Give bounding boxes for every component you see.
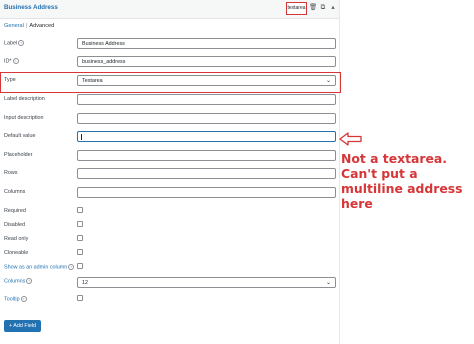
help-icon[interactable]: ? (26, 278, 33, 284)
read-only-label: Read only (4, 236, 29, 242)
field-type-tag: textarea (286, 2, 307, 15)
columns-select-value: 12 (82, 280, 88, 286)
field-title: Business Address (4, 4, 58, 11)
show-admin-column-text: Show as an admin column (4, 264, 68, 271)
input-description-input[interactable] (77, 113, 336, 124)
cloneable-label: Cloneable (4, 250, 29, 256)
duplicate-icon[interactable]: ⧉ (319, 4, 327, 12)
id-label-text: ID* (4, 58, 12, 65)
help-icon[interactable]: ? (12, 58, 19, 64)
show-admin-column-checkbox[interactable] (77, 263, 83, 269)
chevron-up-icon[interactable]: ▴ (329, 4, 337, 12)
add-field-button[interactable]: + Add Field (4, 320, 41, 332)
tab-advanced[interactable]: Advanced (29, 23, 54, 29)
text-caret (81, 134, 82, 140)
input-description-label: Input description (4, 115, 44, 121)
default-value-input[interactable] (77, 131, 336, 142)
id-input[interactable]: business_address (77, 56, 336, 67)
tab-general[interactable]: General (4, 23, 24, 29)
label-label-text: Label (4, 40, 18, 47)
disabled-label: Disabled (4, 222, 25, 228)
disabled-checkbox[interactable] (77, 221, 83, 227)
label-label: Label? (4, 40, 25, 47)
annotation-arrow-icon (339, 132, 362, 146)
columns-select[interactable]: 12 ⌄ (77, 277, 336, 288)
tooltip-label-text: Tooltip (4, 296, 20, 303)
label-description-input[interactable] (77, 94, 336, 105)
required-label: Required (4, 208, 26, 214)
tooltip-checkbox[interactable] (77, 295, 83, 301)
cloneable-checkbox[interactable] (77, 249, 83, 255)
settings-tabs: General | Advanced (4, 23, 54, 29)
placeholder-label: Placeholder (4, 152, 33, 158)
columns-input[interactable] (77, 187, 336, 198)
default-value-label: Default value (4, 133, 36, 139)
help-icon[interactable]: ? (20, 296, 27, 302)
read-only-checkbox[interactable] (77, 235, 83, 241)
columns-label: Columns (4, 189, 26, 195)
tab-separator: | (25, 23, 28, 29)
type-highlight-box (0, 72, 341, 93)
annotation-note: Not a textarea. Can't put a multiline ad… (341, 151, 463, 211)
chevron-down-icon: ⌄ (325, 280, 331, 286)
columns-select-text: Columns (4, 278, 26, 285)
rows-label: Rows (4, 170, 18, 176)
label-input[interactable]: Business Address (77, 38, 336, 49)
required-checkbox[interactable] (77, 207, 83, 213)
columns-select-label: Columns? (4, 278, 33, 285)
placeholder-input[interactable] (77, 150, 336, 161)
trash-icon[interactable]: 🗑 (309, 4, 317, 12)
id-label: ID*? (4, 58, 19, 64)
label-description-label: Label description (4, 96, 45, 102)
help-icon[interactable]: ? (18, 40, 25, 46)
help-icon[interactable]: ? (68, 264, 75, 270)
field-header[interactable]: Business Address textarea 🗑 ⧉ ▴ (0, 0, 339, 19)
tooltip-label: Tooltip? (4, 296, 27, 302)
show-admin-column-label: Show as an admin column? (4, 264, 75, 271)
field-settings-panel: Business Address textarea 🗑 ⧉ ▴ General |… (0, 0, 340, 344)
rows-input[interactable] (77, 168, 336, 179)
